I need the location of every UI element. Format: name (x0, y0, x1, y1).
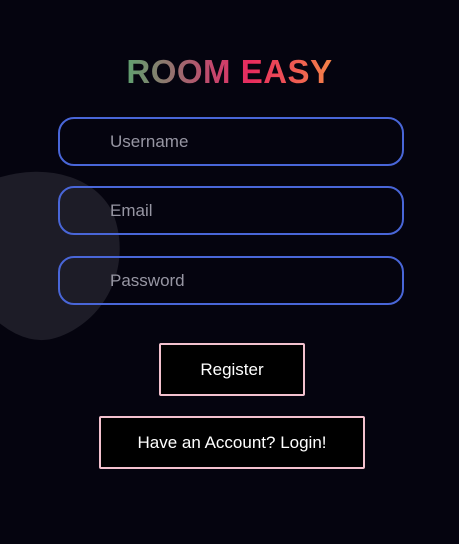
login-button[interactable]: Have an Account? Login! (99, 416, 365, 469)
username-input[interactable] (58, 117, 404, 166)
app-title-text: ROOM EASY (126, 53, 333, 90)
password-input[interactable] (58, 256, 404, 305)
background-blob (0, 147, 145, 359)
register-button[interactable]: Register (159, 343, 305, 396)
app-title: ROOM EASY (0, 52, 459, 92)
email-input[interactable] (58, 186, 404, 235)
